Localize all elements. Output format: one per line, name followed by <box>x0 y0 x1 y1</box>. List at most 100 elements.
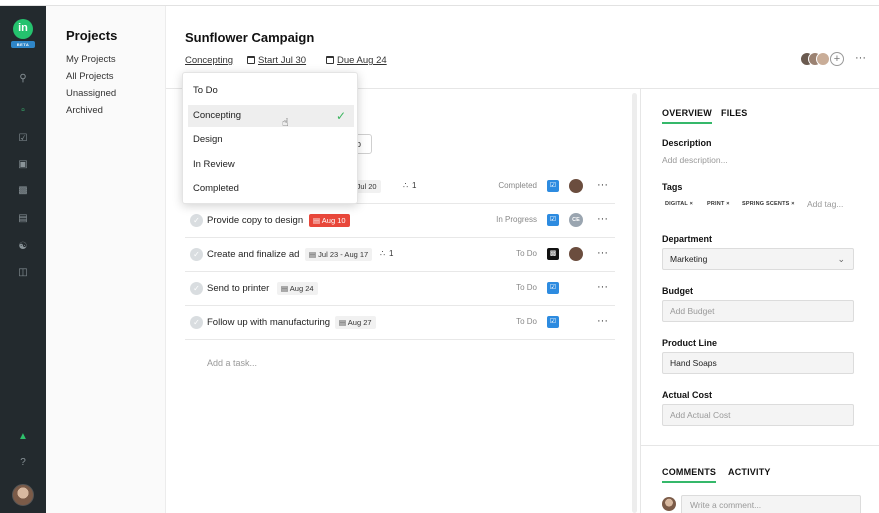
app-logo[interactable]: in <box>13 19 33 39</box>
task-status[interactable]: To Do <box>516 317 537 326</box>
task-status[interactable]: To Do <box>516 249 537 258</box>
calendar-icon <box>247 56 255 64</box>
row-more-icon[interactable]: ··· <box>597 315 608 327</box>
status-option-completed[interactable]: Completed <box>188 178 354 200</box>
tab-files[interactable]: FILES <box>721 108 748 118</box>
projects-sidebar: Projects My Projects All Projects Unassi… <box>46 6 166 513</box>
attachment-icon: ∴ <box>403 181 409 190</box>
sidebar-item-archived[interactable]: Archived <box>66 105 103 116</box>
row-more-icon[interactable]: ··· <box>597 213 608 225</box>
tag-chip[interactable]: PRINT × <box>707 201 730 207</box>
task-type-icon[interactable]: ☑ <box>547 316 559 328</box>
task-type-icon[interactable]: ☑ <box>547 180 559 192</box>
avatar <box>662 497 676 511</box>
status-link[interactable]: Concepting <box>185 55 233 66</box>
task-row[interactable]: ✓ Send to printer ▤ Aug 24 To Do ☑ ··· <box>185 272 615 306</box>
tab-overview[interactable]: OVERVIEW <box>662 108 712 124</box>
task-type-icon[interactable]: ☑ <box>547 282 559 294</box>
status-option-label: Concepting <box>193 110 242 121</box>
calendar-icon <box>326 56 334 64</box>
add-tag-input[interactable]: Add tag... <box>807 199 843 209</box>
start-date-text: Start Jul 30 <box>258 55 307 66</box>
person-icon[interactable]: ☯ <box>16 240 30 254</box>
tab-activity[interactable]: ACTIVITY <box>728 467 771 477</box>
check-icon[interactable]: ✓ <box>190 282 203 295</box>
more-options-icon[interactable]: ··· <box>855 52 866 64</box>
task-date-text: Jul 23 - Aug 17 <box>318 250 369 259</box>
sidebar-item-all-projects[interactable]: All Projects <box>66 71 114 82</box>
product-line-field[interactable]: Hand Soaps <box>662 352 854 374</box>
comment-input[interactable]: Write a comment... <box>681 495 861 513</box>
sidebar-item-my-projects[interactable]: My Projects <box>66 54 116 65</box>
attachment-count: 1 <box>412 181 417 190</box>
user-avatar[interactable] <box>12 484 34 506</box>
task-type-icon[interactable]: ☑ <box>547 214 559 226</box>
tag-chip[interactable]: DIGITAL × <box>665 201 693 207</box>
budget-field[interactable]: Add Budget <box>662 300 854 322</box>
sidebar-item-unassigned[interactable]: Unassigned <box>66 88 116 99</box>
help-icon[interactable]: ? <box>16 456 30 470</box>
task-date[interactable]: ▤ Aug 24 <box>277 282 318 295</box>
hand-cursor-icon: ☝ <box>282 117 289 129</box>
assignee-avatar[interactable]: CE <box>569 213 583 227</box>
assignee-avatar[interactable] <box>569 179 583 193</box>
product-line-label: Product Line <box>662 338 718 348</box>
status-option-concepting[interactable]: Concepting ✓ <box>188 105 354 127</box>
tab-comments[interactable]: COMMENTS <box>662 467 717 483</box>
start-date-link[interactable]: Start Jul 30 <box>247 55 306 66</box>
beta-badge: BETA <box>11 41 35 48</box>
sidebar-title: Projects <box>66 28 118 43</box>
task-status[interactable]: To Do <box>516 283 537 292</box>
task-name[interactable]: Send to printer <box>207 283 269 294</box>
row-more-icon[interactable]: ··· <box>597 179 608 191</box>
panel-divider <box>641 445 879 446</box>
description-input[interactable]: Add description... <box>662 155 728 165</box>
assignee-avatar[interactable] <box>569 247 583 261</box>
checkmark-icon: ✓ <box>335 109 346 123</box>
task-status[interactable]: In Progress <box>496 215 537 224</box>
row-more-icon[interactable]: ··· <box>597 247 608 259</box>
task-name[interactable]: Create and finalize ad <box>207 249 299 260</box>
search-icon[interactable]: ⚲ <box>16 72 30 86</box>
task-status[interactable]: Completed <box>498 181 537 190</box>
tags-label: Tags <box>662 182 683 192</box>
folder-icon[interactable]: ▫ <box>16 104 30 118</box>
check-icon[interactable]: ✓ <box>190 248 203 261</box>
row-more-icon[interactable]: ··· <box>597 281 608 293</box>
status-option-to-do[interactable]: To Do <box>188 80 354 102</box>
task-date[interactable]: ▤ Aug 10 <box>309 214 350 227</box>
board-icon[interactable]: ◫ <box>16 266 30 280</box>
budget-label: Budget <box>662 286 693 296</box>
task-date[interactable]: ▤ Jul 23 - Aug 17 <box>305 248 373 261</box>
checkbox-icon[interactable]: ☑ <box>16 132 30 146</box>
status-option-design[interactable]: Design <box>188 129 354 151</box>
chevron-down-icon: ⌄ <box>837 254 845 264</box>
due-date-text: Due Aug 24 <box>337 55 387 66</box>
status-option-in-review[interactable]: In Review <box>188 154 354 176</box>
task-date-text: Aug 27 <box>347 318 372 327</box>
task-type-icon[interactable]: ▩ <box>547 248 559 260</box>
department-label: Department <box>662 234 713 244</box>
search-doc-icon[interactable]: ▩ <box>16 184 30 198</box>
task-name[interactable]: Follow up with manufacturing <box>207 317 330 328</box>
task-name[interactable]: Provide copy to design <box>207 215 303 226</box>
details-panel: OVERVIEW FILES Description Add descripti… <box>640 89 879 513</box>
task-date-text: Aug 10 <box>321 216 346 225</box>
inbox-icon[interactable]: ▣ <box>16 158 30 172</box>
department-select[interactable]: Marketing ⌄ <box>662 248 854 270</box>
bell-icon[interactable]: ▲ <box>16 430 30 444</box>
tag-chip[interactable]: SPRING SCENTS × <box>742 201 795 207</box>
calendar-icon[interactable]: ▤ <box>16 212 30 226</box>
check-icon[interactable]: ✓ <box>190 214 203 227</box>
add-member-button[interactable]: + <box>830 52 844 66</box>
add-task-input[interactable]: Add a task... <box>207 358 257 368</box>
due-date-link[interactable]: Due Aug 24 <box>326 55 387 66</box>
scrollbar[interactable] <box>632 93 637 513</box>
actual-cost-field[interactable]: Add Actual Cost <box>662 404 854 426</box>
description-label: Description <box>662 138 712 148</box>
task-row[interactable]: ✓ Create and finalize ad ▤ Jul 23 - Aug … <box>185 238 615 272</box>
task-row[interactable]: ✓ Follow up with manufacturing ▤ Aug 27 … <box>185 306 615 340</box>
task-row[interactable]: ✓ Provide copy to design ▤ Aug 10 In Pro… <box>185 204 615 238</box>
task-date[interactable]: ▤ Aug 27 <box>335 316 376 329</box>
check-icon[interactable]: ✓ <box>190 316 203 329</box>
